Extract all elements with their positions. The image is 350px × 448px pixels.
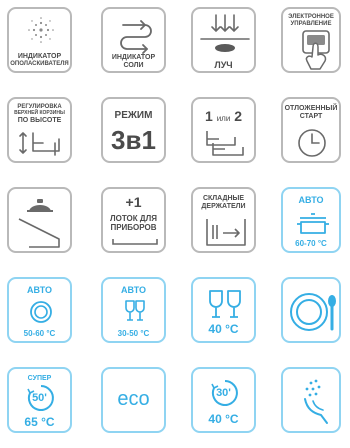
glass-40-temp: 40 °C [208,322,239,336]
spray-tile [281,367,341,433]
auto-50-60-tile: АВТО 50-60 °C [7,277,72,343]
super-65-minutes: 50' [32,392,47,404]
plate-spoon-tile [281,277,341,343]
rinse-indicator-tile: ИНДИКАТОР ОПОЛАСКИВАТЕЛЯ [7,7,72,73]
touch-panel-icon [302,30,330,70]
pot-in-basket-icon [18,199,60,248]
auto-50-60-temp: 50-60 °C [23,329,56,338]
spray-hand-icon [304,379,328,424]
beam-label: ЛУЧ [214,60,233,70]
super-65-tile: СУПЕР 50' 65 °C [7,367,72,433]
folding-holders-tile: СКЛАДНЫЕ ДЕРЖАТЕЛИ [191,187,256,253]
eco-tile: eco [101,367,166,433]
salt-indicator-sublabel: СОЛИ [123,62,144,69]
adjustable-basket-icon [19,132,60,156]
tilted-basket-tile [7,187,72,253]
auto-60-70-temp: 60-70 °C [295,239,327,248]
folding-rack-icon [206,219,246,246]
electronic-control-tile: ЭЛЕКТРОННОЕ УПРАВЛЕНИЕ [281,7,341,73]
quick-30-tile: 30' 40 °C [191,367,256,433]
extra-tray-tile: +1 ЛОТОК ДЛЯ ПРИБОРОВ [101,187,166,253]
auto-30-50-tile: АВТО 30-50 °C [101,277,166,343]
quick-30-minutes: 30' [216,387,231,399]
rinse-indicator-label: ИНДИКАТОР [17,53,62,60]
clock-icon [298,129,326,157]
basket-height-tile: РЕГУЛИРОВКА ВЕРХНЕЙ КОРЗИНЫ ПО ВЫСОТЕ [7,97,72,163]
auto-60-70-tile: АВТО 60-70 °C [281,187,341,253]
plate-spoon-icon [290,293,336,331]
auto-30-50-temp: 30-50 °C [117,329,150,338]
rinse-indicator-sublabel: ОПОЛАСКИВАТЕЛЯ [10,61,69,67]
mode-3in1-value: 3в1 [111,125,156,155]
mode-3in1-label: РЕЖИМ [114,110,153,121]
salt-indicator-tile: ИНДИКАТОР СОЛИ [101,7,166,73]
delayed-start-tile: ОТЛОЖЕННЫЙ СТАРТ [281,97,341,163]
glass-40-tile: 40 °C [191,277,256,343]
tray-icon [112,239,158,245]
mode-3in1-tile: РЕЖИМ 3в1 [101,97,166,163]
quick-30-temp: 40 °C [208,412,239,426]
one-or-two-tile: 1 или 2 [191,97,256,163]
eco-label: eco [117,388,150,410]
two-baskets-icon [206,131,244,156]
beam-tile: ЛУЧ [191,7,256,73]
super-65-temp: 65 °C [24,415,55,429]
salt-indicator-label: ИНДИКАТОР [111,54,156,61]
